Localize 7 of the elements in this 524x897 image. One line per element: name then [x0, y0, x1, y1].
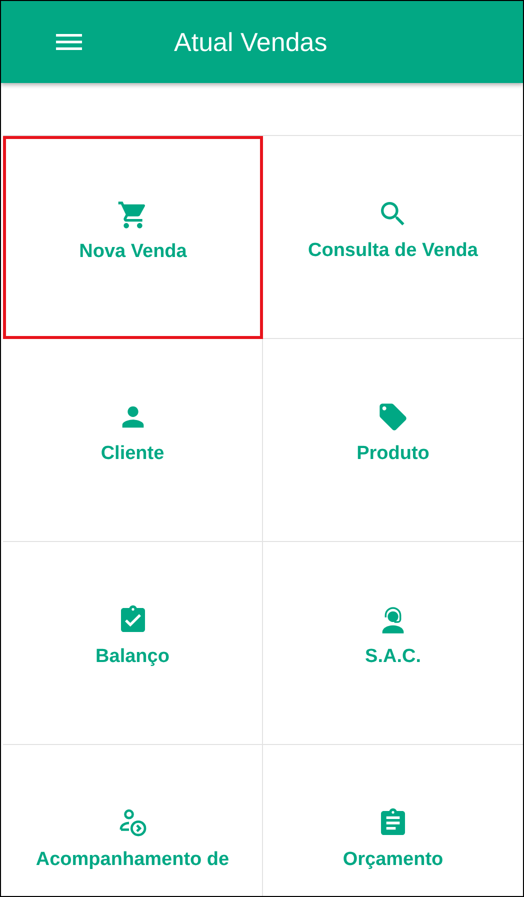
menu-button[interactable] — [56, 33, 82, 51]
menu-tile[interactable]: Nova Venda — [3, 136, 263, 339]
menu-tile[interactable]: Cliente — [3, 339, 263, 542]
menu-tile[interactable]: Balanço — [3, 542, 263, 745]
menu-icon — [56, 33, 82, 51]
app-title: Atual Vendas — [174, 26, 328, 58]
tag-icon — [377, 401, 409, 433]
